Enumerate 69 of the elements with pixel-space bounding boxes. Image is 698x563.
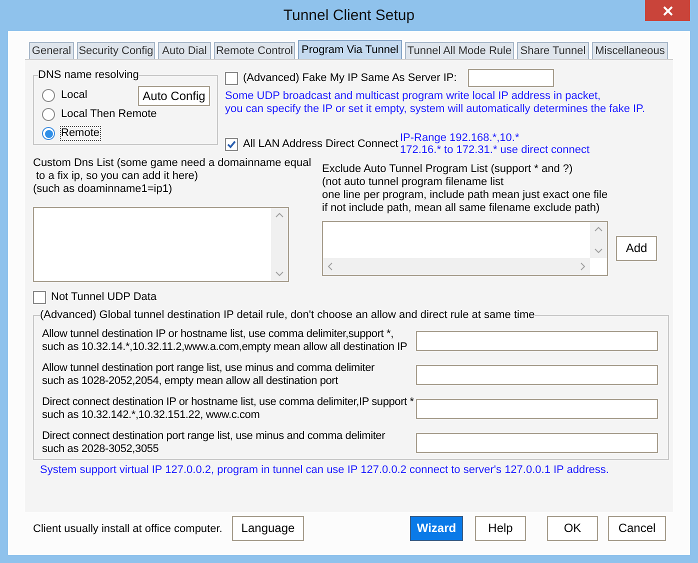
exclude-list-field[interactable] [322,221,608,276]
scroll-left-icon[interactable] [327,262,333,271]
footer-note: Client usually install at office computer. [33,522,224,536]
label-text: one line per program, include path mean just exact one file [322,189,609,202]
rule-text: Allow tunnel destination IP or hostname list, use comma delimiter,support *, [42,328,394,341]
rule-text: Allow tunnel destination port range list, use minus and comma delimiter [42,362,376,375]
fake-ip-field[interactable] [468,69,554,87]
radio-label: Remote [61,127,100,140]
window-title: Tunnel Client Setup [283,9,415,22]
label-text: to a fix ip, so you can add it here) [35,170,200,183]
close-icon [662,6,672,16]
tab[interactable]: Program Via Tunnel [298,40,402,59]
checkbox-label: (Advanced) Fake My IP Same As Server IP: [243,72,457,84]
dialog-button[interactable]: OK [547,516,598,541]
rule-text: Direct connect destination port range list, use minus and comma delimiter [42,430,386,443]
tab[interactable]: Share Tunnel [517,42,589,59]
tab[interactable]: Auto Dial [158,42,211,59]
checkbox[interactable] [225,72,238,84]
radio-label: Local Then Remote [61,108,157,121]
rule-field[interactable] [416,399,658,419]
horizontal-scrollbar[interactable] [323,258,590,275]
tab[interactable]: Tunnel All Mode Rule [405,42,514,59]
note-text: System support virtual IP 127.0.0.2, program in tunnel can use IP 127.0.0.2 connect to server's 127.0.0.1 IP address. [39,464,610,477]
scroll-right-icon[interactable] [580,262,586,271]
vertical-scrollbar[interactable] [271,208,288,281]
scroll-down-icon[interactable] [275,271,284,277]
rule-text: such as 1028-2052,2054, empty mean allow all destination port [42,375,340,388]
tab[interactable]: General [29,42,74,59]
vertical-scrollbar[interactable] [590,222,607,258]
checkbox-label: All LAN Address Direct Connect [243,138,398,151]
checkbox-label: Not Tunnel UDP Data [51,291,157,304]
note-text: Some UDP broadcast and multicast program write local IP address in packet, [225,90,602,103]
rule-field[interactable] [416,433,658,453]
checkbox[interactable] [225,138,238,151]
tab[interactable]: Security Config [77,42,155,59]
wizard-button[interactable]: Wizard [410,516,463,541]
label-text: if not include path, mean all same filename exclude path) [322,202,601,215]
label-text: Exclude Auto Tunnel Program List (support * and ?) [322,163,574,176]
custom-dns-field[interactable] [33,207,289,282]
rule-field[interactable] [416,331,658,351]
tab[interactable]: Miscellaneous [592,42,668,59]
label-text: (not auto tunnel program filename list [322,176,505,189]
note-text: IP-Range 192.168.*,10.* [400,132,520,144]
rule-field[interactable] [416,365,658,385]
note-text: you can specify the IP or set it empty, system will automatically determines the fake IP. [225,103,646,116]
note-text: 172.16.* to 172.31.* use direct connect [400,144,590,156]
radio-button[interactable] [42,89,55,102]
rule-text: such as 2028-3052,3055 [42,443,160,456]
dialog-button[interactable]: Language [232,516,304,541]
add-button[interactable]: Add [616,236,657,261]
group-title: (Advanced) Global tunnel destination IP detail rule, don't choose an allow and direct rule at same time [40,308,535,322]
group-title: DNS name resolving [38,68,139,82]
label-text: (such as doaminname1=ip1) [33,183,174,196]
close-button[interactable] [645,0,690,21]
dialog-button[interactable]: Cancel [608,516,666,541]
rule-text: such as 10.32.142.*,10.32.151.22, www.c.com [42,409,261,422]
dialog-button[interactable]: Help [475,516,526,541]
scroll-up-icon[interactable] [275,212,284,218]
tab[interactable]: Remote Control [214,42,295,59]
scroll-up-icon[interactable] [594,226,603,232]
radio-label: Local [61,89,88,102]
radio-button[interactable] [42,108,55,121]
auto-config-button[interactable]: Auto Config [138,86,210,106]
checkbox[interactable] [33,291,46,304]
label-text: Custom Dns List (some game need a domainname equal [33,157,312,170]
rule-text: Direct connect destination IP or hostname list, use comma delimiter,IP support * [42,396,414,409]
scroll-down-icon[interactable] [594,248,603,254]
rule-text: such as 10.32.14.*,10.32.11.2,www.a.com,empty mean allow all destination IP [42,341,408,354]
radio-button[interactable] [42,127,55,140]
